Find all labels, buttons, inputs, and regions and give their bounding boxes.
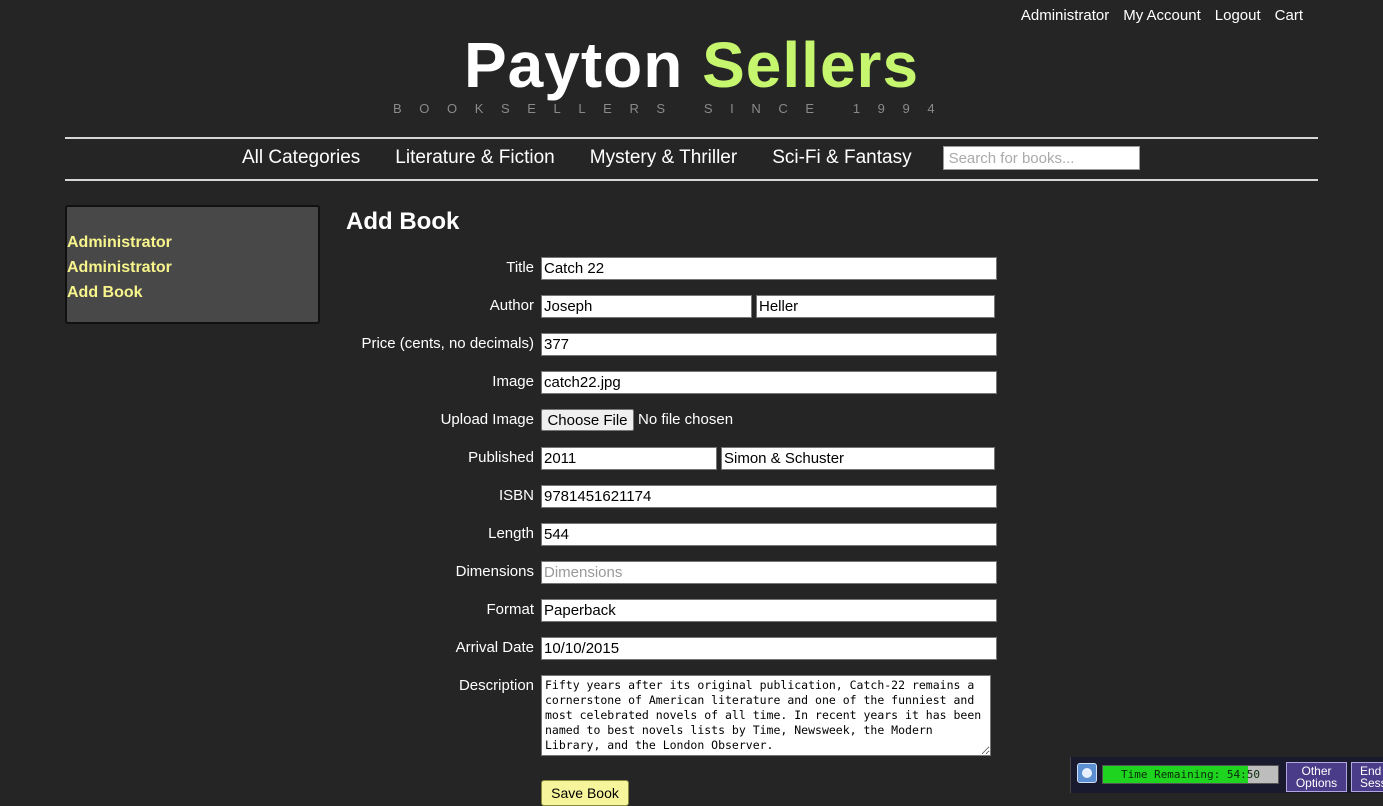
session-bar: Time Remaining: 54:50 Other Options End … [1070, 757, 1383, 793]
published-year-input[interactable] [541, 447, 717, 470]
top-link-my-account[interactable]: My Account [1123, 7, 1201, 24]
length-label: Length [488, 525, 534, 542]
top-links: Administrator My Account Logout Cart [1021, 7, 1303, 24]
page-title: Add Book [346, 208, 460, 235]
length-input[interactable] [541, 523, 997, 546]
nav-literature-fiction[interactable]: Literature & Fiction [395, 147, 554, 169]
end-session-button[interactable]: End Session [1351, 762, 1383, 792]
nav-all-categories[interactable]: All Categories [242, 147, 360, 169]
dimensions-label: Dimensions [455, 563, 534, 580]
logo-part1: Payton [463, 29, 684, 101]
session-globe-icon[interactable] [1077, 763, 1097, 783]
author-label: Author [489, 297, 534, 314]
title-label: Title [506, 259, 534, 276]
choose-file-button[interactable]: Choose File [541, 409, 634, 431]
site-logo[interactable]: Payton Sellers [0, 28, 1383, 102]
top-link-cart[interactable]: Cart [1275, 7, 1303, 24]
save-book-button[interactable]: Save Book [541, 780, 629, 806]
dimensions-input[interactable] [541, 561, 997, 584]
author-last-input[interactable] [756, 295, 995, 318]
price-label: Price (cents, no decimals) [361, 335, 534, 352]
logo-part2: Sellers [702, 29, 920, 101]
file-status: No file chosen [638, 411, 734, 428]
isbn-label: ISBN [498, 487, 534, 504]
search-input[interactable] [942, 146, 1140, 170]
image-input[interactable] [541, 371, 997, 394]
description-textarea[interactable] [541, 675, 991, 756]
logo-tagline: BOOKSELLERS SINCE 1994 [393, 101, 953, 116]
nav-top-divider [65, 137, 1318, 139]
nav-mystery-thriller[interactable]: Mystery & Thriller [590, 147, 737, 169]
title-input[interactable] [541, 257, 997, 280]
top-link-logout[interactable]: Logout [1215, 7, 1261, 24]
nav-scifi-fantasy[interactable]: Sci-Fi & Fantasy [772, 147, 911, 169]
arrival-date-label: Arrival Date [455, 639, 534, 656]
top-link-administrator[interactable]: Administrator [1021, 7, 1109, 24]
upload-image-label: Upload Image [440, 411, 534, 428]
format-input[interactable] [541, 599, 997, 622]
other-options-line2: Options [1295, 776, 1338, 790]
arrival-date-input[interactable] [541, 637, 997, 660]
format-label: Format [486, 601, 534, 618]
nav-bottom-divider [65, 179, 1318, 181]
end-session-line2: Session [1360, 776, 1383, 790]
time-remaining-text: Time Remaining: 54:50 [1120, 768, 1261, 781]
sidebar-link-administrator[interactable]: Administrator [67, 230, 318, 255]
isbn-input[interactable] [541, 485, 997, 508]
description-label: Description [458, 677, 534, 694]
category-nav: All Categories Literature & Fiction Myst… [242, 146, 1140, 170]
time-remaining-bar: Time Remaining: 54:50 [1102, 765, 1279, 784]
publisher-input[interactable] [721, 447, 995, 470]
price-input[interactable] [541, 333, 997, 356]
published-label: Published [468, 449, 534, 466]
image-label: Image [492, 373, 534, 390]
other-options-button[interactable]: Other Options [1286, 762, 1347, 792]
author-first-input[interactable] [541, 295, 752, 318]
